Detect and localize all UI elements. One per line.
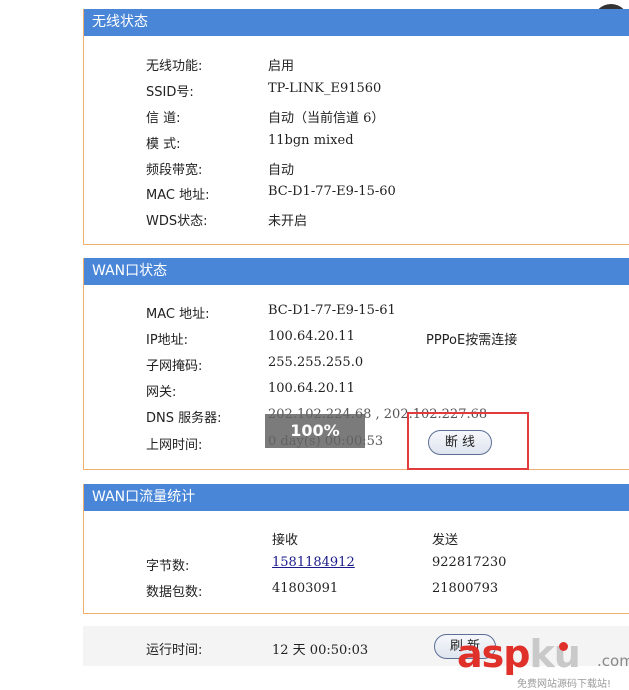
wan-ip-row: IP地址: 100.64.20.11 PPPoE按需连接 [83, 329, 629, 349]
gateway-label: 网关: [146, 385, 177, 400]
wan-mac-row: MAC 地址: BC-D1-77-E9-15-61 [83, 303, 629, 323]
wireless-mac-value: BC-D1-77-E9-15-60 [268, 184, 396, 199]
bytes-received-link[interactable]: 1581184912 [272, 555, 355, 570]
wan-mask-row: 子网掩码: 255.255.255.0 [83, 355, 629, 375]
watermark-logo: aspku [457, 632, 581, 676]
connection-mode: PPPoE按需连接 [426, 333, 518, 348]
wireless-function-value: 启用 [268, 59, 295, 74]
bytes-sent-value: 922817230 [432, 555, 507, 570]
wds-value: 未开启 [268, 214, 308, 229]
packets-row: 数据包数: 41803091 21800793 [83, 581, 629, 601]
dns-label: DNS 服务器: [146, 411, 222, 426]
wireless-row: 无线功能: 启用 [83, 55, 629, 75]
wireless-row: SSID号: TP-LINK_E91560 [83, 81, 629, 101]
wan-ip-value: 100.64.20.11 [268, 329, 355, 344]
bytes-label: 字节数: [146, 559, 190, 574]
packets-sent-value: 21800793 [432, 581, 499, 596]
highlight-box [407, 412, 529, 470]
wds-label: WDS状态: [146, 214, 208, 229]
received-column-header: 接收 [272, 533, 299, 548]
sent-column-header: 发送 [432, 533, 459, 548]
online-time-label: 上网时间: [146, 438, 203, 453]
bandwidth-value: 自动 [268, 163, 295, 178]
packets-label: 数据包数: [146, 585, 203, 600]
wan-ip-label: IP地址: [146, 333, 189, 348]
wireless-mac-label: MAC 地址: [146, 188, 210, 203]
wireless-function-label: 无线功能: [146, 59, 203, 74]
bandwidth-label: 频段带宽: [146, 163, 203, 178]
wan-status-title: WAN口状态 [84, 258, 629, 285]
wan-mac-label: MAC 地址: [146, 307, 210, 322]
site-watermark: aspku .com 免费网站源码下载站! [457, 632, 629, 690]
wireless-status-title: 无线状态 [84, 9, 629, 36]
mode-value: 11bgn mixed [268, 133, 354, 148]
wan-gateway-row: 网关: 100.64.20.11 [83, 381, 629, 401]
packets-received-value: 41803091 [272, 581, 339, 596]
ssid-value: TP-LINK_E91560 [268, 81, 382, 96]
progress-overlay: 100% [265, 414, 365, 448]
watermark-dot [559, 642, 568, 651]
mode-label: 模 式: [146, 137, 181, 152]
traffic-header-row: 接收 发送 [83, 529, 629, 549]
wireless-row: MAC 地址: BC-D1-77-E9-15-60 [83, 184, 629, 204]
channel-value: 自动（当前信道 6） [268, 111, 385, 126]
wireless-row: WDS状态: 未开启 [83, 210, 629, 230]
watermark-domain: .com [597, 652, 629, 670]
wan-traffic-title: WAN口流量统计 [84, 484, 629, 511]
channel-label: 信 道: [146, 111, 181, 126]
wireless-row: 模 式: 11bgn mixed [83, 133, 629, 153]
subnet-mask-value: 255.255.255.0 [268, 355, 364, 370]
ssid-label: SSID号: [146, 85, 194, 100]
wireless-row: 信 道: 自动（当前信道 6） [83, 107, 629, 127]
wan-mac-value: BC-D1-77-E9-15-61 [268, 303, 396, 318]
bytes-row: 字节数: 1581184912 922817230 [83, 555, 629, 575]
uptime-value: 12 天 00:50:03 [272, 643, 369, 658]
gateway-value: 100.64.20.11 [268, 381, 355, 396]
wireless-row: 频段带宽: 自动 [83, 159, 629, 179]
uptime-label: 运行时间: [146, 643, 203, 658]
subnet-mask-label: 子网掩码: [146, 359, 203, 374]
watermark-tagline: 免费网站源码下载站! [517, 679, 612, 690]
